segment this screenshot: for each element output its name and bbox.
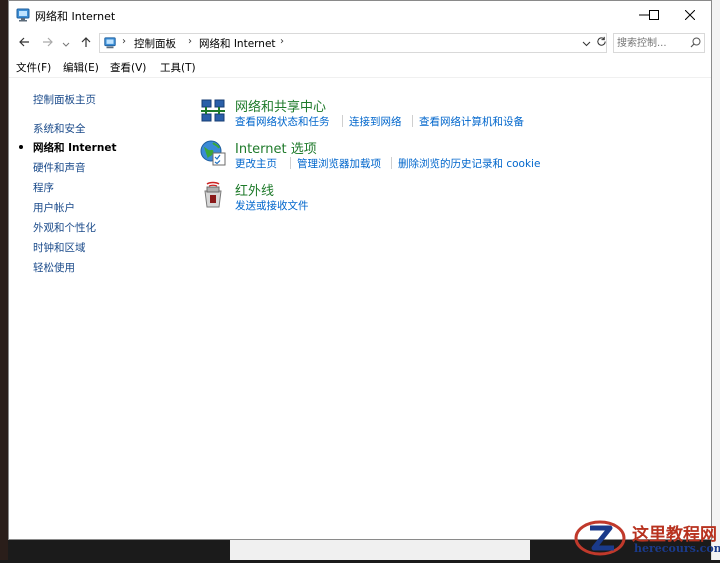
forward-arrow-icon [42,36,54,52]
link-separator [391,157,392,169]
sidebar-control-panel-home[interactable]: 控制面板主页 [33,92,96,107]
search-icon [690,37,701,51]
forward-button[interactable] [37,34,59,54]
menu-file[interactable]: 文件(F) [16,60,51,75]
navigation-bar: › 控制面板 › 网络和 Internet › [9,29,711,57]
link-separator [412,115,413,127]
infrared-icon[interactable] [199,181,227,209]
refresh-button[interactable] [593,33,609,53]
link-separator [342,115,343,127]
menu-edit[interactable]: 编辑(E) [63,60,99,75]
background-desktop-left [0,0,8,560]
breadcrumb-separator-icon: › [188,36,192,47]
link-send-receive-files[interactable]: 发送或接收文件 [235,198,309,213]
menu-tools[interactable]: 工具(T) [160,60,196,75]
sidebar-item-appearance[interactable]: 外观和个性化 [33,220,96,235]
link-view-network-computers[interactable]: 查看网络计算机和设备 [419,114,524,129]
breadcrumb-separator-icon: › [280,36,284,47]
control-panel-icon [15,7,31,23]
up-button[interactable] [75,34,97,54]
background-window-right [711,0,720,560]
current-item-bullet [19,145,23,149]
chevron-down-icon [62,37,70,52]
control-panel-location-icon [103,36,117,50]
category-title-infrared[interactable]: 红外线 [235,180,274,199]
background-window-bottom [230,538,530,560]
chevron-down-icon [582,37,591,50]
breadcrumb-control-panel[interactable]: 控制面板 [134,36,176,51]
control-panel-window: 网络和 Internet › 控制面板 › 网络和 Internet › 搜索控… [8,0,712,540]
sidebar-item-user-accounts[interactable]: 用户帐户 [33,200,75,215]
address-dropdown-button[interactable] [579,33,593,53]
link-delete-history[interactable]: 删除浏览的历史记录和 cookie [398,156,540,171]
link-change-homepage[interactable]: 更改主页 [235,156,277,171]
sidebar-item-network-internet[interactable]: 网络和 Internet [33,140,116,155]
sidebar-item-programs[interactable]: 程序 [33,180,54,195]
address-box[interactable]: › 控制面板 › 网络和 Internet › [99,33,607,53]
network-sharing-center-icon[interactable] [199,97,227,125]
breadcrumb-network-internet[interactable]: 网络和 Internet [199,36,276,51]
close-button[interactable] [667,1,711,29]
search-box[interactable] [613,33,705,53]
internet-options-icon[interactable] [199,139,227,167]
menu-bar: 文件(F) 编辑(E) 查看(V) 工具(T) [9,57,711,78]
search-input[interactable] [617,35,685,51]
maximize-icon [649,10,659,20]
sidebar-item-clock-region[interactable]: 时钟和区域 [33,240,86,255]
back-arrow-icon [18,36,30,52]
link-view-network-status[interactable]: 查看网络状态和任务 [235,114,330,129]
breadcrumb-separator-icon: › [122,36,126,47]
up-arrow-icon [80,36,92,52]
close-icon [685,10,695,20]
link-manage-addons[interactable]: 管理浏览器加载项 [297,156,381,171]
link-connect-to-network[interactable]: 连接到网络 [349,114,402,129]
window-title: 网络和 Internet [35,10,116,23]
recent-locations-button[interactable] [59,34,73,54]
category-title-internet-options[interactable]: Internet 选项 [235,138,317,157]
link-separator [290,157,291,169]
sidebar-item-system-security[interactable]: 系统和安全 [33,121,86,136]
sidebar-item-hardware-sound[interactable]: 硬件和声音 [33,160,86,175]
menu-view[interactable]: 查看(V) [110,60,146,75]
category-title-network-sharing-center[interactable]: 网络和共享中心 [235,96,326,115]
back-button[interactable] [13,34,35,54]
title-bar[interactable]: 网络和 Internet [9,1,711,29]
refresh-icon [596,36,607,50]
watermark-url: herecours.com [634,542,720,555]
sidebar-item-ease-of-access[interactable]: 轻松使用 [33,260,75,275]
